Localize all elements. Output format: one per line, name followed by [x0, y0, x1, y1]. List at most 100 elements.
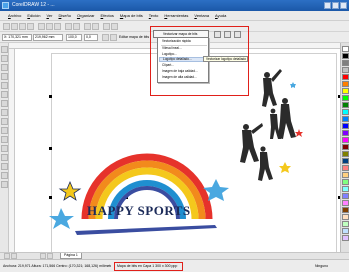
crop-tool-icon[interactable] — [1, 64, 8, 71]
swatch-magenta[interactable] — [342, 137, 349, 143]
swatch-peach[interactable] — [342, 172, 349, 178]
menu-edicion[interactable]: Edición — [27, 13, 40, 19]
new-icon[interactable] — [3, 23, 10, 30]
swatch-black[interactable] — [342, 53, 349, 59]
swatch-violet[interactable] — [342, 130, 349, 136]
menu-herramientas[interactable]: Herramientas — [164, 13, 188, 19]
text-tool-icon[interactable] — [1, 136, 8, 143]
export-icon[interactable] — [92, 23, 99, 30]
menu-item-high-quality-image[interactable]: Imagen de alta calidad... — [162, 75, 197, 80]
swatch-red[interactable] — [342, 74, 349, 80]
bitmap-tool-icon-2[interactable] — [224, 31, 231, 38]
status-selected-object: Mapa de bits en Capa 1 300 x 300 ppp — [114, 262, 183, 271]
swatch-azure[interactable] — [342, 116, 349, 122]
swatch-light-cyan[interactable] — [342, 186, 349, 192]
interactive-blend-tool-icon[interactable] — [1, 145, 8, 152]
shape-tool-icon[interactable] — [1, 55, 8, 62]
minimize-button[interactable] — [324, 2, 331, 9]
freehand-tool-icon[interactable] — [1, 82, 8, 89]
swatch-cyan[interactable] — [342, 109, 349, 115]
swatch-lavender[interactable] — [342, 235, 349, 241]
pick-tool-icon[interactable] — [1, 46, 8, 53]
swatch-periwinkle[interactable] — [342, 193, 349, 199]
smart-fill-tool-icon[interactable] — [1, 91, 8, 98]
swatch-silver[interactable] — [342, 67, 349, 73]
edit-bitmap-label[interactable]: Editar mapa de bits — [119, 35, 149, 40]
swatch-lime[interactable] — [342, 95, 349, 101]
cut-icon[interactable] — [38, 23, 45, 30]
width-field[interactable]: 219,962 mm — [33, 34, 63, 41]
menu-efectos[interactable]: Efectos — [101, 13, 114, 19]
title-bar: CorelDRAW 12 - ... — [0, 0, 349, 11]
logo-text-happy-sports: HAPPY SPORTS — [87, 203, 191, 218]
save-icon[interactable] — [19, 23, 26, 30]
fill-tool-icon[interactable] — [1, 172, 8, 179]
star-red-top — [295, 129, 303, 137]
maximize-button[interactable] — [332, 2, 339, 9]
menu-texto[interactable]: Texto — [149, 13, 159, 19]
swatch-maroon[interactable] — [342, 144, 349, 150]
menu-item-clipart[interactable]: Clipart... — [162, 63, 174, 68]
interactive-fill-tool-icon[interactable] — [1, 181, 8, 188]
menu-ver[interactable]: Ver — [46, 13, 52, 19]
swatch-pale-green[interactable] — [342, 221, 349, 227]
page-navigator: Página 1 — [0, 252, 349, 259]
copy-icon[interactable] — [46, 23, 53, 30]
close-button[interactable] — [340, 2, 347, 9]
edit-bitmap-icon[interactable] — [110, 34, 117, 41]
swatch-white[interactable] — [342, 46, 349, 52]
polygon-tool-icon[interactable] — [1, 118, 8, 125]
menu-item-low-quality-image[interactable]: Imagen de baja calidad... — [162, 69, 198, 74]
swatch-navy[interactable] — [342, 158, 349, 164]
mirror-horizontal-icon[interactable] — [102, 34, 109, 41]
undo-icon[interactable] — [65, 23, 72, 30]
menu-diseno[interactable]: Diseño — [58, 13, 70, 19]
status-fill: Ninguno — [315, 264, 329, 268]
star-blue-left — [49, 208, 74, 229]
menu-archivo[interactable]: Archivo — [8, 13, 21, 19]
x-position-field[interactable]: X: 170,321 mm — [2, 34, 32, 41]
swatch-pink[interactable] — [342, 165, 349, 171]
bitmap-tool-icon-3[interactable] — [234, 31, 241, 38]
window-title: CorelDRAW 12 - ... — [12, 2, 55, 8]
swatch-olive[interactable] — [342, 151, 349, 157]
swatch-brown[interactable] — [342, 207, 349, 213]
menu-mapa-de-bits[interactable]: Mapa de bits — [120, 13, 143, 19]
swatch-mint[interactable] — [342, 179, 349, 185]
ellipse-tool-icon[interactable] — [1, 109, 8, 116]
swoosh-stripe — [75, 225, 217, 235]
scale-width-field[interactable]: 100,0 — [66, 34, 82, 41]
swatch-cream[interactable] — [342, 214, 349, 220]
outline-tool-icon[interactable] — [1, 163, 8, 170]
angle-field[interactable]: 0,0 — [84, 34, 98, 41]
swatch-green[interactable] — [342, 102, 349, 108]
menu-organizar[interactable]: Organizar — [77, 13, 95, 19]
toolbox — [0, 43, 9, 253]
menu-item-quick-trace[interactable]: Vectorización rápida — [162, 39, 191, 44]
rectangle-tool-icon[interactable] — [1, 100, 8, 107]
menu-ventana[interactable]: Ventana — [194, 13, 209, 19]
import-icon[interactable] — [84, 23, 91, 30]
menu-ayuda[interactable]: Ayuda — [215, 13, 226, 19]
app-icon — [2, 2, 9, 9]
zoom-icon[interactable] — [103, 23, 110, 30]
basic-shapes-tool-icon[interactable] — [1, 127, 8, 134]
trace-bitmap-menu: Vectorización rápida Vilesa lineal... Lo… — [157, 37, 209, 83]
eyedropper-tool-icon[interactable] — [1, 154, 8, 161]
app-launcher-icon[interactable] — [111, 23, 118, 30]
menu-item-detailed-logo[interactable]: Logotipo detallado... — [159, 57, 209, 62]
swatch-light-magenta[interactable] — [342, 200, 349, 206]
menu-item-line-art[interactable]: Vilesa lineal... — [162, 46, 182, 51]
swatch-yellow[interactable] — [342, 88, 349, 94]
swatch-blue[interactable] — [342, 123, 349, 129]
bitmap-tool-icon-1[interactable] — [214, 31, 221, 38]
print-icon[interactable] — [27, 23, 34, 30]
redo-icon[interactable] — [73, 23, 80, 30]
open-icon[interactable] — [11, 23, 18, 30]
paste-icon[interactable] — [54, 23, 61, 30]
swatch-gray[interactable] — [342, 60, 349, 66]
swatch-pale-blue[interactable] — [342, 228, 349, 234]
status-dimensions: Anchura: 219,971 Altura: 171,566 Centro:… — [3, 264, 111, 268]
zoom-tool-icon[interactable] — [1, 73, 8, 80]
swatch-orange[interactable] — [342, 81, 349, 87]
